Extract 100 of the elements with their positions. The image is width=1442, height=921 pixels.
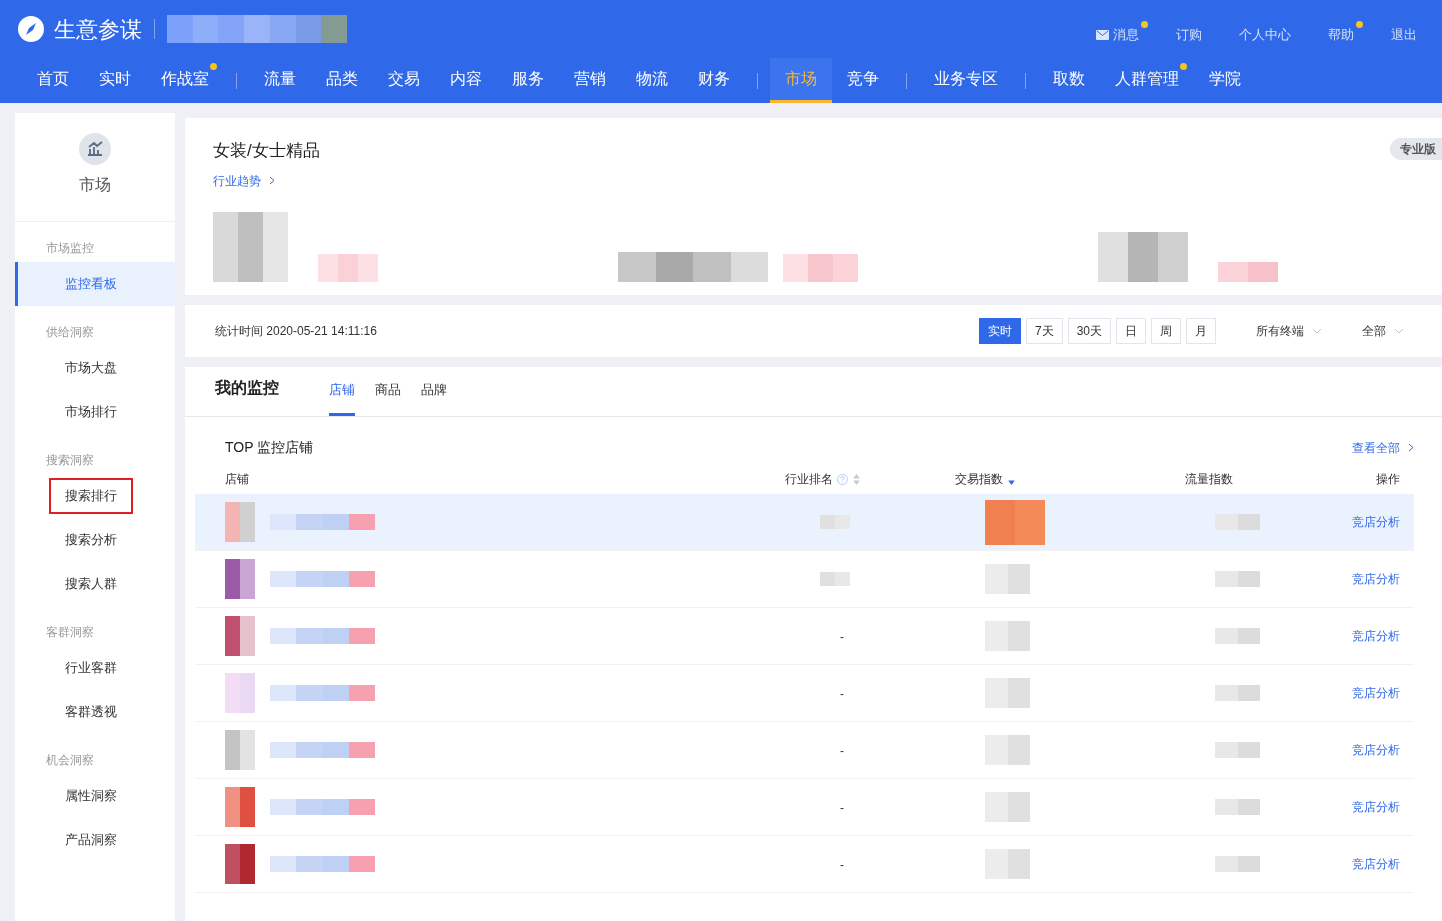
blurred-block [1215, 685, 1260, 701]
blurred-block [225, 844, 255, 884]
blurred-block [985, 621, 1030, 651]
chevron-right-icon [1408, 443, 1414, 452]
competitor-analysis-link[interactable]: 竞店分析 [1352, 627, 1400, 645]
brand-title: 生意参谋 [54, 15, 142, 44]
monitor-tab[interactable]: 店铺 [329, 379, 355, 416]
nav-tab[interactable]: 交易 [373, 58, 435, 103]
stat-time: 统计时间 2020-05-21 14:11:16 [215, 323, 377, 340]
blurred-block [985, 735, 1030, 765]
period-button[interactable]: 日 [1116, 318, 1146, 344]
nav-tab[interactable]: 财务 [683, 58, 745, 103]
nav-tab[interactable]: 营销 [559, 58, 621, 103]
period-button[interactable]: 月 [1186, 318, 1216, 344]
sidebar-item[interactable]: 客群透视 [49, 694, 133, 730]
sidebar-item[interactable]: 行业客群 [49, 650, 133, 686]
table-row[interactable]: 竞店分析 [195, 494, 1414, 551]
section-heading: 机会洞察 [45, 752, 95, 769]
column-header[interactable]: 流量指数 [1185, 470, 1233, 488]
blurred-block [318, 253, 378, 282]
chevron-down-icon [1312, 328, 1322, 334]
view-all-link[interactable]: 查看全部 [1352, 438, 1414, 457]
nav-tab[interactable]: 取数 [1038, 58, 1100, 103]
nav-tab[interactable]: 服务 [497, 58, 559, 103]
nav-tab[interactable]: 竞争 [832, 58, 894, 103]
help-icon [837, 473, 848, 485]
chart-icon [79, 133, 111, 165]
period-button[interactable]: 7天 [1025, 318, 1063, 344]
nav-tab[interactable]: 流量 [249, 58, 311, 103]
nav-tab[interactable]: 物流 [621, 58, 683, 103]
nav-tab[interactable]: 实时 [84, 58, 146, 103]
blurred-block [985, 499, 1045, 545]
header-link[interactable]: 个人中心 [1239, 21, 1300, 45]
mail-icon [1096, 30, 1109, 40]
monitor-tab[interactable]: 商品 [375, 379, 401, 416]
competitor-analysis-link[interactable]: 竞店分析 [1352, 741, 1400, 759]
blurred-block [1215, 799, 1260, 815]
header-link[interactable]: 消息 [1096, 21, 1148, 45]
blurred-block [985, 849, 1030, 879]
section-heading: 市场监控 [45, 240, 95, 257]
blurred-block [1215, 856, 1260, 872]
sidebar-item[interactable]: 属性洞察 [49, 778, 133, 814]
dropdown[interactable]: 所有终端 [1256, 322, 1322, 340]
sidebar-item[interactable]: 市场排行 [49, 394, 133, 430]
blurred-block [985, 678, 1030, 708]
header-link[interactable]: 退出 [1391, 21, 1426, 45]
competitor-analysis-link[interactable]: 竞店分析 [1352, 513, 1400, 531]
table-cell-text: - [839, 801, 844, 815]
nav-tab[interactable]: 内容 [435, 58, 497, 103]
blurred-block [225, 730, 255, 770]
nav-tab[interactable]: 作战室 [146, 58, 224, 103]
header-link[interactable]: 订购 [1176, 21, 1211, 45]
column-header[interactable]: 交易指数 [955, 470, 1016, 488]
blurred-block [985, 564, 1030, 594]
sidebar-item[interactable]: 搜索排行 [49, 478, 133, 514]
competitor-analysis-link[interactable]: 竞店分析 [1352, 570, 1400, 588]
nav-tab[interactable]: 首页 [22, 58, 84, 103]
chevron-down-icon [1394, 328, 1404, 334]
table-cell-text: - [839, 687, 844, 701]
blurred-block [1215, 742, 1260, 758]
blurred-block [985, 792, 1030, 822]
period-button[interactable]: 30天 [1067, 318, 1111, 344]
section-heading: 客群洞察 [45, 624, 95, 641]
nav-tab[interactable]: 品类 [311, 58, 373, 103]
monitor-tab[interactable]: 品牌 [421, 379, 447, 416]
trend-link[interactable]: 行业趋势 [213, 171, 275, 190]
sidebar-item[interactable]: 市场大盘 [49, 350, 133, 386]
competitor-analysis-link[interactable]: 竞店分析 [1352, 798, 1400, 816]
column-header[interactable]: 行业排名 [785, 470, 861, 488]
table-cell-text: - [839, 744, 844, 758]
sidebar-item[interactable]: 产品洞察 [49, 822, 133, 858]
blurred-block [820, 572, 850, 586]
blurred-block [225, 559, 255, 599]
section-heading: 供给洞察 [45, 324, 95, 341]
dropdown[interactable]: 全部 [1362, 322, 1404, 340]
column-header[interactable]: 店铺 [225, 470, 249, 488]
period-button[interactable]: 实时 [978, 318, 1021, 344]
sidebar-item[interactable]: 搜索分析 [49, 522, 133, 558]
blurred-block [1215, 571, 1260, 587]
sidebar-item[interactable]: 搜索人群 [49, 566, 133, 602]
edition-badge: 专业版 [1390, 138, 1442, 160]
blurred-block [225, 502, 255, 542]
table-cell-text: - [839, 630, 844, 644]
nav-tab[interactable]: 人群管理 [1100, 58, 1194, 103]
chevron-right-icon [269, 176, 275, 185]
column-header[interactable]: 操作 [1376, 470, 1400, 488]
period-button[interactable]: 周 [1151, 318, 1181, 344]
competitor-analysis-link[interactable]: 竞店分析 [1352, 855, 1400, 873]
competitor-analysis-link[interactable]: 竞店分析 [1352, 684, 1400, 702]
blurred-block [1215, 514, 1260, 530]
blurred-block [225, 616, 255, 656]
nav-tab[interactable]: 学院 [1194, 58, 1256, 103]
nav-tab[interactable]: 业务专区 [919, 58, 1013, 103]
compass-logo-icon [16, 14, 46, 44]
blurred-block [225, 787, 255, 827]
section-heading: 搜索洞察 [45, 452, 95, 469]
blurred-block [225, 673, 255, 713]
blurred-block [820, 515, 850, 529]
header-link[interactable]: 帮助 [1328, 21, 1363, 45]
blurred-block [1215, 628, 1260, 644]
